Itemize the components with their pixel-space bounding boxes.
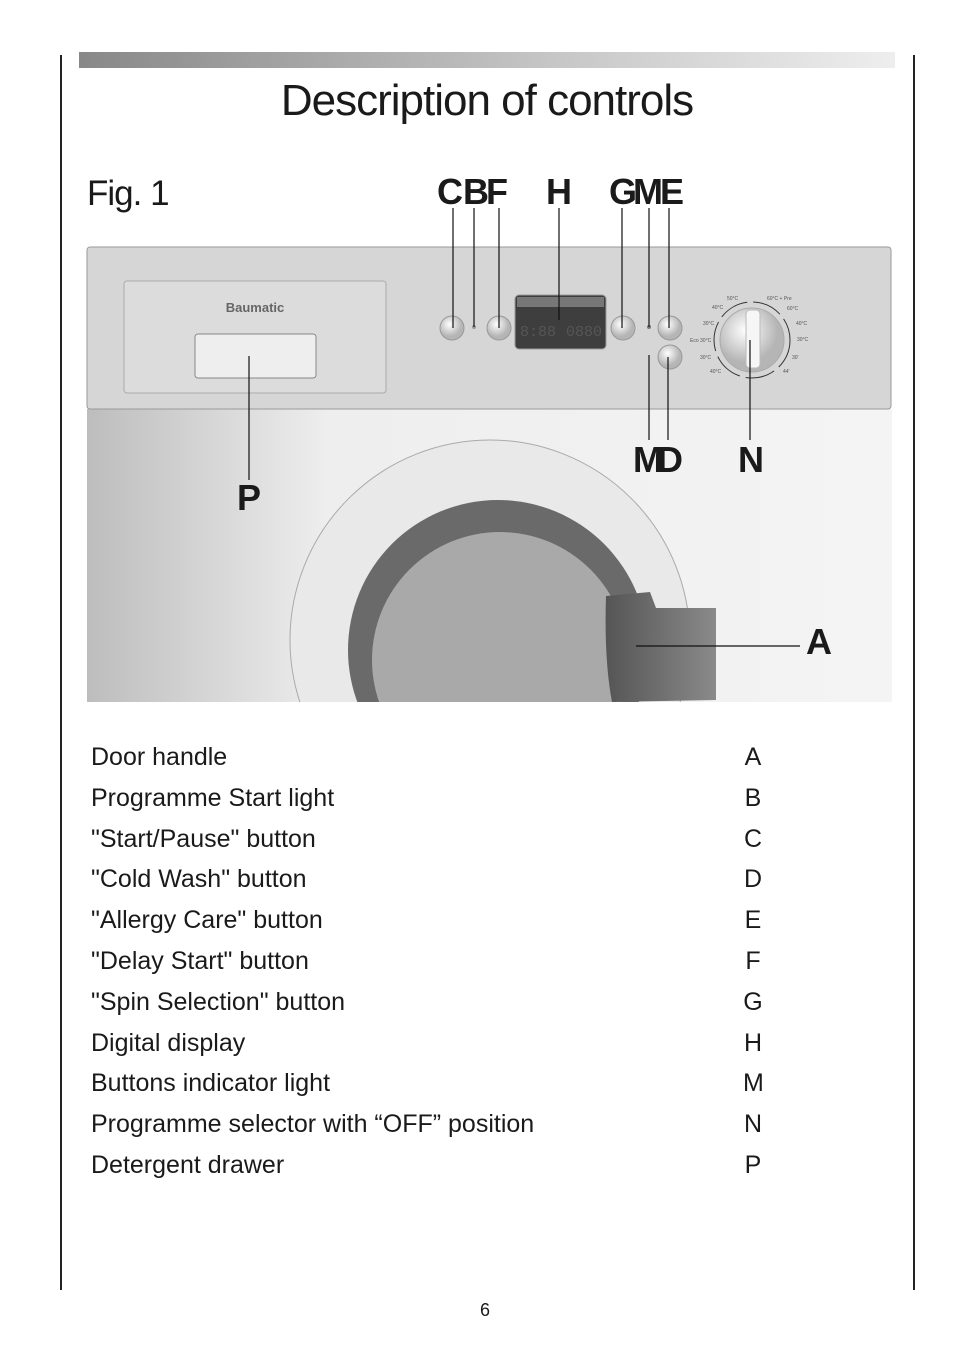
svg-text:50°C: 50°C [727, 296, 739, 302]
callout-d: D [657, 439, 683, 480]
legend-row: Detergent drawer P [91, 1150, 762, 1179]
legend-row: Digital display H [91, 1028, 763, 1057]
svg-text:40°C: 40°C [712, 305, 724, 311]
svg-text:30': 30' [792, 355, 799, 361]
page-number: 6 [479, 1300, 490, 1320]
svg-text:40°C: 40°C [796, 321, 808, 327]
svg-text:60°C + Pre: 60°C + Pre [767, 296, 792, 302]
legend-row: "Start/Pause" button C [91, 824, 763, 853]
cold-wash-button [657, 344, 683, 370]
legend-row: "Spin Selection" button G [91, 987, 763, 1016]
svg-text:40°C: 40°C [710, 369, 722, 375]
callout-h: H [546, 171, 572, 212]
drawer-handle [194, 333, 317, 379]
callout-p: P [237, 477, 261, 518]
callout-e: E [660, 171, 684, 212]
legend-row: Buttons indicator light M [91, 1069, 764, 1098]
svg-text:30°C: 30°C [703, 321, 715, 327]
legend-row: Programme Start light B [91, 783, 762, 812]
start-pause-button [439, 315, 465, 341]
door-handle [605, 592, 716, 702]
callout-f: F [486, 171, 508, 212]
callout-m-top: M [633, 171, 663, 212]
svg-text:0880: 0880 [566, 324, 602, 341]
legend-row: "Allergy Care" button E [91, 906, 762, 935]
svg-text:30°C: 30°C [700, 355, 712, 361]
legend-row: Programme selector with “OFF” position N [91, 1110, 763, 1139]
legend-row: Door handle A [91, 743, 762, 771]
callout-n: N [738, 439, 764, 480]
svg-text:60°C: 60°C [787, 306, 799, 312]
legend-row: "Cold Wash" button D [91, 865, 763, 894]
legend-row: "Delay Start" button F [91, 946, 761, 975]
controls-legend: Door handle A Programme Start light B "Sta… [91, 743, 771, 1192]
allergy-care-button [657, 315, 683, 341]
washing-machine-diagram: Baumatic 8:88 0880 50°C 40°C 30°C Eco 30… [86, 171, 893, 720]
brand-logo: Baumatic [226, 300, 285, 315]
callout-a: A [806, 621, 832, 662]
svg-text:Eco 30°C: Eco 30°C [690, 338, 712, 344]
svg-text:8:88: 8:88 [520, 324, 556, 341]
callout-c: C [437, 171, 463, 212]
spin-selection-button [610, 315, 636, 341]
svg-text:30°C: 30°C [797, 337, 809, 343]
svg-text:44': 44' [783, 369, 790, 375]
